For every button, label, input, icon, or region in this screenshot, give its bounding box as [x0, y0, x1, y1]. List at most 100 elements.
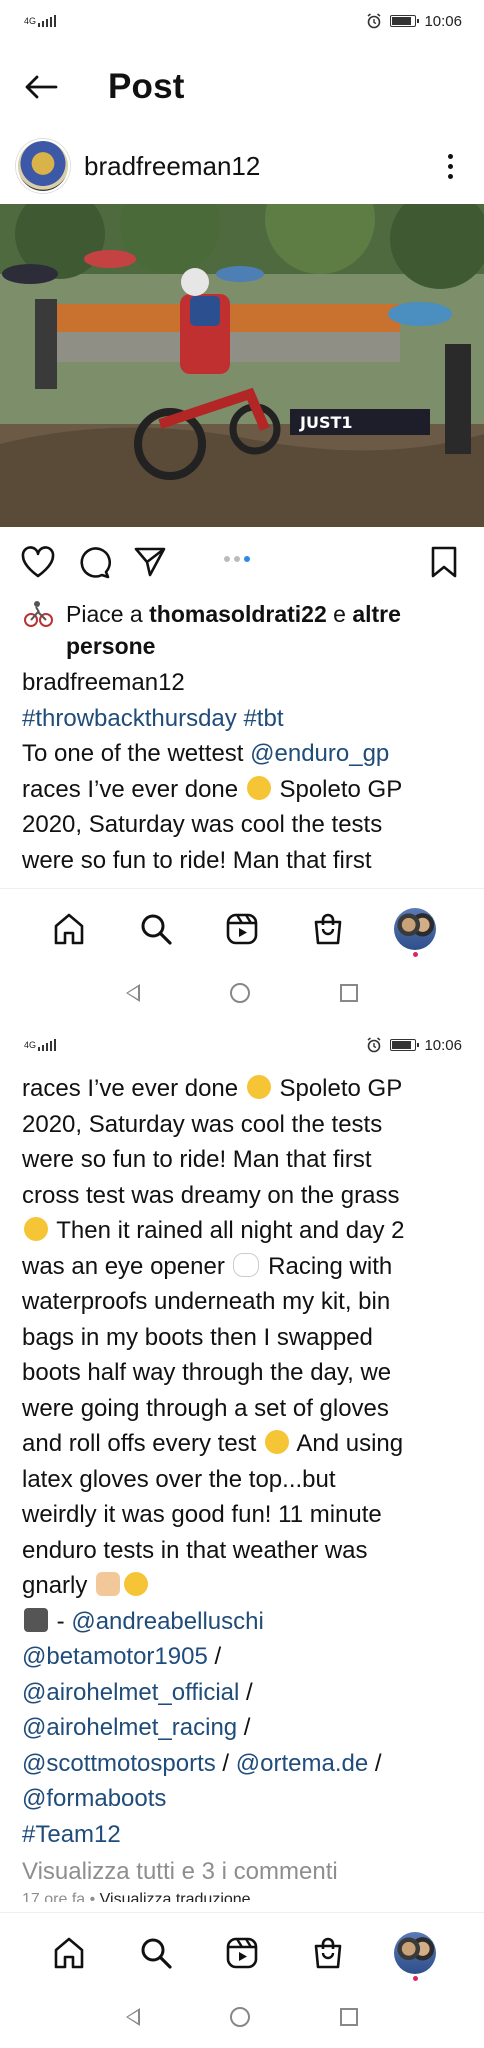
grinning-sweat-emoji	[246, 775, 271, 800]
caption-line: were going through a set of gloves	[22, 1394, 389, 1422]
caption-line: Spoleto GP	[272, 775, 403, 803]
system-back-icon[interactable]	[126, 984, 140, 1002]
nav-shop[interactable]	[306, 907, 350, 951]
caption-line: cross test was dreamy on the grass	[22, 1181, 400, 1209]
page-title: Post	[108, 67, 185, 106]
caption-line: Spoleto GP	[272, 1075, 403, 1102]
post-username[interactable]: bradfreeman12	[84, 151, 260, 182]
like-button[interactable]	[18, 542, 58, 582]
caption-line: -	[50, 1607, 72, 1635]
mention-airohelmet-racing[interactable]: @airohelmet_racing	[22, 1714, 237, 1741]
more-options-icon[interactable]	[440, 153, 460, 179]
app-header: Post	[0, 42, 484, 132]
comment-button[interactable]	[74, 542, 114, 582]
home-icon	[54, 913, 84, 944]
post-time: 17 ore fa	[22, 1890, 86, 1902]
separator: /	[368, 1749, 382, 1777]
nav-reels[interactable]	[220, 1931, 264, 1975]
mention-scottmotosports[interactable]: @scottmotosports	[22, 1750, 216, 1777]
nav-search[interactable]	[134, 907, 178, 951]
nav-home[interactable]	[47, 1931, 91, 1975]
shop-icon	[315, 1937, 342, 1968]
system-recents-icon[interactable]	[340, 984, 358, 1002]
caption-line: races I’ve ever done	[22, 775, 239, 803]
reels-icon	[226, 913, 258, 944]
heart-eyes-emoji	[24, 1217, 48, 1241]
liker-avatar-icon	[24, 601, 53, 627]
alarm-icon	[367, 13, 381, 29]
caption-line: Then it rained all night and day 2	[50, 1217, 405, 1244]
caption-line: And using	[291, 1430, 404, 1457]
battery-icon	[390, 1039, 420, 1051]
system-home-icon[interactable]	[230, 2007, 250, 2027]
post-photo[interactable]: JUST1	[0, 204, 484, 527]
notification-dot	[412, 951, 418, 957]
caption-line: enduro tests in that weather was	[22, 1536, 368, 1564]
system-home-icon[interactable]	[230, 983, 250, 1003]
separator: •	[85, 1890, 100, 1902]
reels-icon	[226, 1937, 258, 1968]
nav-profile[interactable]	[393, 907, 437, 957]
likes-user-link[interactable]: thomasoldrati22	[149, 601, 327, 627]
signal-indicator: 4G	[24, 1039, 57, 1051]
notification-dot	[412, 1975, 418, 1981]
post-photo-art: JUST1	[0, 204, 484, 527]
post-header: bradfreeman12	[0, 132, 484, 200]
system-back-icon[interactable]	[126, 2008, 140, 2026]
likes-prefix: Piace a	[66, 601, 150, 627]
separator: /	[237, 1714, 251, 1741]
camera-flash-emoji	[24, 1607, 48, 1632]
comment-icon	[80, 547, 111, 579]
nav-search[interactable]	[134, 1931, 178, 1975]
clock: 10:06	[424, 1036, 462, 1054]
caption-line: were so fun to ride! Man that first	[22, 846, 372, 874]
mention-ortema[interactable]: @ortema.de	[236, 1750, 368, 1777]
status-bar: 4G 10:06	[0, 0, 484, 42]
bottom-nav	[0, 1912, 484, 1992]
translate-link[interactable]: Visualizza traduzione	[100, 1891, 251, 1902]
system-recents-icon[interactable]	[340, 2008, 358, 2026]
profile-avatar	[393, 1931, 436, 1974]
caption-top: bradfreeman12 #throwbackthursday #tbt To…	[22, 665, 472, 878]
mention-betamotor1905[interactable]: @betamotor1905	[22, 1643, 208, 1670]
view-comments-link[interactable]: Visualizza tutti e 3 i commenti	[22, 1854, 472, 1890]
mention-enduro-gp[interactable]: @enduro_gp	[250, 740, 389, 767]
nav-home[interactable]	[47, 907, 91, 951]
separator: /	[239, 1678, 253, 1706]
caption-line: races I’ve ever done	[22, 1075, 239, 1102]
grinning-sweat-emoji	[246, 1075, 271, 1099]
profile-avatar	[393, 907, 436, 950]
network-type: 4G	[24, 15, 37, 26]
separator: /	[207, 1643, 222, 1670]
separator: /	[215, 1749, 230, 1777]
mention-andreabelluschi[interactable]: @andreabelluschi	[71, 1608, 263, 1635]
status-bar: 4G 10:06	[0, 1024, 484, 1066]
send-icon	[134, 547, 166, 577]
avatar[interactable]	[16, 139, 70, 193]
caption-line: were so fun to ride! Man that first	[22, 1146, 372, 1173]
caption-username[interactable]: bradfreeman12	[22, 665, 472, 701]
caption-line: gnarly	[22, 1572, 95, 1599]
caption-hashtags[interactable]: #throwbackthursday #tbt	[22, 701, 472, 737]
save-button[interactable]	[424, 542, 464, 582]
caption-line: weirdly it was good fun! 11 minute	[22, 1501, 382, 1528]
hashtag-team12[interactable]: #Team12	[22, 1821, 121, 1848]
bottom-nav	[0, 888, 484, 968]
eyes-emoji	[233, 1252, 260, 1277]
shop-icon	[315, 913, 342, 944]
mention-airohelmet-official[interactable]: @airohelmet_official	[22, 1679, 239, 1706]
likes-mid: e	[326, 601, 353, 627]
system-nav	[0, 968, 484, 1018]
mention-formaboots[interactable]: @formaboots	[22, 1785, 166, 1812]
nav-reels[interactable]	[220, 907, 264, 951]
post-actions	[0, 532, 484, 592]
nav-profile[interactable]	[393, 1931, 437, 1981]
heart-icon	[21, 546, 55, 578]
caption-line: boots half way through the day, we	[22, 1359, 392, 1386]
back-button[interactable]	[20, 66, 62, 108]
arrow-left-icon	[25, 75, 58, 99]
laughing-tears-emoji	[124, 1572, 149, 1596]
nav-shop[interactable]	[306, 1931, 350, 1975]
rock-hand-emoji	[96, 1572, 121, 1596]
share-button[interactable]	[130, 542, 170, 582]
